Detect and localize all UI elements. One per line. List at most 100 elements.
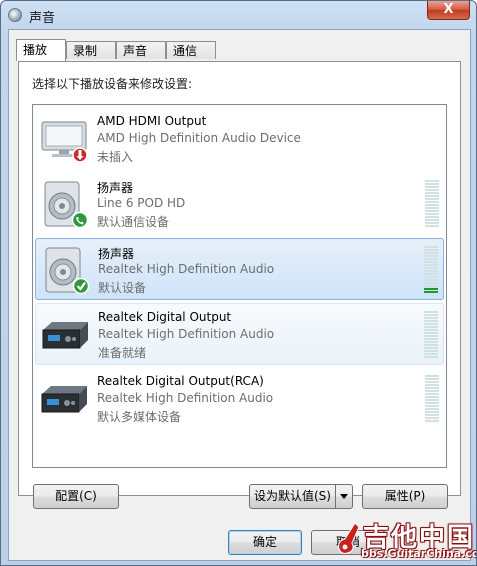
meter-segment [425, 183, 439, 185]
device-name: 扬声器 [98, 247, 135, 261]
device-status: 默认多媒体设备 [97, 410, 182, 424]
tab-playback[interactable]: 播放 [16, 39, 66, 61]
meter-segment [424, 326, 438, 328]
device-name: Realtek Digital Output(RCA) [97, 374, 264, 388]
meter-segment [425, 396, 439, 398]
meter-segment [424, 255, 438, 257]
sound-dialog-window: 声音 X 播放 录制 声音 通信 选择以下播放设备来修改设置: AMD HDMI… [0, 0, 477, 566]
device-item-speaker-line6[interactable]: 扬声器 Line 6 POD HD 默认通信设备 [35, 173, 444, 235]
watermark-url: bbs.GuitarChina.com [361, 547, 476, 560]
tab-communications[interactable]: 通信 [166, 41, 216, 59]
meter-segment [424, 288, 438, 290]
ok-button[interactable]: 确定 [228, 530, 302, 555]
guitar-logo-icon [338, 522, 360, 554]
meter-segment [425, 204, 439, 206]
tab-recording[interactable]: 录制 [66, 41, 116, 59]
playback-tab-panel: 选择以下播放设备来修改设置: AMD HDMI Output AMD High … [18, 61, 461, 496]
meter-segment [424, 249, 438, 251]
meter-segment [425, 408, 439, 410]
meter-segment [425, 192, 439, 194]
meter-segment [425, 225, 439, 227]
meter-segment [425, 384, 439, 386]
meter-segment [424, 252, 438, 254]
device-status: 默认设备 [98, 281, 147, 295]
meter-segment [424, 341, 438, 343]
set-default-split-button[interactable]: 设为默认值(S) [249, 484, 353, 509]
digital-output-icon [41, 386, 87, 413]
meter-segment [424, 332, 438, 334]
device-name: 扬声器 [97, 181, 134, 195]
sound-app-icon [8, 8, 22, 22]
meter-segment [424, 267, 438, 269]
configure-button[interactable]: 配置(C) [33, 484, 119, 509]
device-item-amd-hdmi[interactable]: AMD HDMI Output AMD High Definition Audi… [35, 108, 444, 170]
default-check-badge-icon [72, 277, 90, 295]
speaker-icon [45, 247, 90, 295]
meter-segment [424, 282, 438, 284]
title-bar[interactable]: 声音 X [1, 1, 476, 29]
device-description: Realtek High Definition Audio [98, 262, 275, 276]
meter-segment [424, 285, 438, 287]
meter-segment [425, 201, 439, 203]
device-status: 默认通信设备 [97, 215, 170, 229]
device-item-realtek-digital[interactable]: Realtek Digital Output Realtek High Defi… [35, 303, 444, 365]
meter-segment [424, 353, 438, 355]
dialog-client-area: 播放 录制 声音 通信 选择以下播放设备来修改设置: AMD HDMI Outp… [8, 29, 471, 561]
meter-segment [425, 207, 439, 209]
meter-segment [425, 195, 439, 197]
volume-meter [425, 180, 439, 230]
meter-segment [424, 335, 438, 337]
meter-segment [425, 420, 439, 422]
device-item-speaker-realtek[interactable]: 扬声器 Realtek High Definition Audio 默认设备 [35, 238, 444, 300]
meter-segment [425, 222, 439, 224]
instruction-text: 选择以下播放设备来修改设置: [32, 77, 193, 91]
meter-segment [424, 273, 438, 275]
meter-segment [424, 246, 438, 248]
meter-segment [425, 387, 439, 389]
meter-segment [425, 414, 439, 416]
meter-segment [425, 402, 439, 404]
meter-segment [425, 219, 439, 221]
volume-meter [424, 246, 438, 296]
device-name: AMD HDMI Output [97, 114, 207, 128]
device-description: Realtek High Definition Audio [97, 391, 274, 405]
meter-segment [424, 258, 438, 260]
meter-segment [424, 270, 438, 272]
meter-segment [424, 314, 438, 316]
meter-segment [425, 411, 439, 413]
monitor-icon [41, 121, 88, 163]
meter-segment [424, 323, 438, 325]
meter-segment [425, 393, 439, 395]
meter-segment [424, 311, 438, 313]
watermark-logo: 吉他中国 bbs.GuitarChina.com [331, 515, 476, 563]
device-name: Realtek Digital Output [98, 310, 232, 324]
properties-button[interactable]: 属性(P) [362, 484, 448, 509]
meter-segment [425, 381, 439, 383]
device-list[interactable]: AMD HDMI Output AMD High Definition Audi… [32, 104, 447, 468]
meter-segment [424, 347, 438, 349]
volume-meter [425, 375, 439, 425]
meter-segment [424, 344, 438, 346]
meter-segment [425, 405, 439, 407]
meter-segment [425, 189, 439, 191]
chevron-down-icon[interactable] [335, 485, 352, 508]
window-title: 声音 [29, 11, 56, 26]
device-description: Line 6 POD HD [97, 196, 186, 210]
meter-segment [425, 375, 439, 377]
meter-segment [425, 180, 439, 182]
digital-output-icon [42, 322, 88, 349]
unplugged-badge-icon [72, 147, 88, 163]
meter-segment [424, 356, 438, 358]
device-item-realtek-digital-rca[interactable]: Realtek Digital Output(RCA) Realtek High… [35, 368, 444, 430]
meter-segment [424, 350, 438, 352]
meter-segment [425, 213, 439, 215]
meter-segment [424, 320, 438, 322]
meter-segment [425, 390, 439, 392]
phone-badge-icon [71, 211, 89, 229]
close-button[interactable]: X [427, 1, 470, 20]
device-description: Realtek High Definition Audio [98, 327, 275, 341]
meter-segment [425, 417, 439, 419]
meter-segment [424, 264, 438, 266]
meter-segment [424, 329, 438, 331]
tab-sounds[interactable]: 声音 [116, 41, 166, 59]
